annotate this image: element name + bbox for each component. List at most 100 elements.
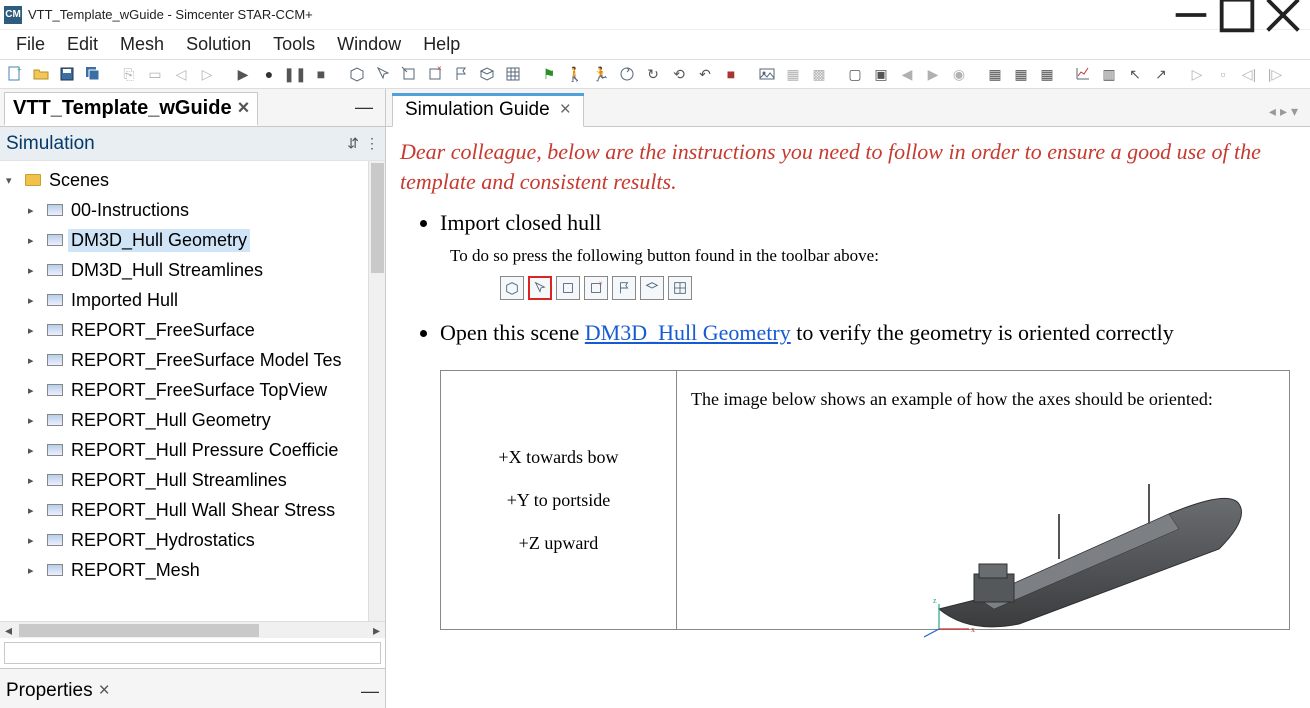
box2-icon[interactable]: ▣ — [870, 63, 892, 85]
crop-icon[interactable] — [398, 63, 420, 85]
tree-label: REPORT_Mesh — [68, 559, 203, 582]
tree-node[interactable]: ▸Imported Hull — [0, 285, 385, 315]
save-all-icon[interactable] — [82, 63, 104, 85]
close-icon[interactable]: × — [560, 99, 571, 121]
cube-icon[interactable] — [346, 63, 368, 85]
flag-icon[interactable] — [450, 63, 472, 85]
undo-icon[interactable]: ◁ — [170, 63, 192, 85]
tree-expand-icon[interactable]: ⇵ — [347, 135, 359, 152]
tab-simulation-guide[interactable]: Simulation Guide × — [392, 93, 584, 127]
minimize-button[interactable] — [1168, 0, 1214, 30]
menu-solution[interactable]: Solution — [176, 31, 261, 58]
globe-icon[interactable]: ◉ — [948, 63, 970, 85]
tree-node[interactable]: ▸REPORT_FreeSurface Model Tes — [0, 345, 385, 375]
collapse-arrow-icon[interactable]: ▾ — [6, 174, 20, 187]
tab-next-icon[interactable]: ▸ — [1280, 103, 1287, 120]
save-icon[interactable] — [56, 63, 78, 85]
back-arrow-icon[interactable]: ↶ — [694, 63, 716, 85]
stop-icon[interactable]: ■ — [310, 63, 332, 85]
menu-window[interactable]: Window — [327, 31, 411, 58]
scene-icon — [47, 204, 63, 216]
right-panel: Simulation Guide × ◂ ▸ ▾ Dear colleague,… — [386, 89, 1310, 708]
scroll-left-icon[interactable]: ◂ — [0, 622, 17, 639]
plot-icon[interactable] — [1072, 63, 1094, 85]
menu-file[interactable]: File — [6, 31, 55, 58]
tree-label: Imported Hull — [68, 289, 181, 312]
small-play-icon[interactable]: ▷ — [1186, 63, 1208, 85]
copy-icon[interactable]: ⎘ — [118, 63, 140, 85]
cycle-icon[interactable] — [616, 63, 638, 85]
record-icon[interactable]: ● — [258, 63, 280, 85]
nav-back-icon[interactable]: ◀ — [896, 63, 918, 85]
grid3-icon[interactable]: ▦ — [1036, 63, 1058, 85]
chart-icon[interactable]: ▥ — [1098, 63, 1120, 85]
grid-icon[interactable] — [502, 63, 524, 85]
open-icon[interactable] — [30, 63, 52, 85]
stop2-icon[interactable]: ■ — [720, 63, 742, 85]
image2-icon[interactable]: ▦ — [782, 63, 804, 85]
menu-edit[interactable]: Edit — [57, 31, 108, 58]
box-icon[interactable]: ▢ — [844, 63, 866, 85]
collapse-button[interactable]: — — [347, 97, 381, 118]
axis-x-label: +X towards bow — [498, 447, 618, 468]
collapse-button[interactable]: — — [361, 681, 379, 702]
close-button[interactable] — [1260, 0, 1306, 30]
select-icon[interactable] — [372, 63, 394, 85]
tree-node[interactable]: ▸REPORT_Hull Wall Shear Stress — [0, 495, 385, 525]
tree-node[interactable]: ▸REPORT_FreeSurface TopView — [0, 375, 385, 405]
new-icon[interactable]: + — [4, 63, 26, 85]
tree-node[interactable]: ▸REPORT_Hydrostatics — [0, 525, 385, 555]
maximize-button[interactable] — [1214, 0, 1260, 30]
small-back-icon[interactable]: ◁| — [1238, 63, 1260, 85]
small-stop-icon[interactable]: ▫ — [1212, 63, 1234, 85]
small-fwd-icon[interactable]: |▷ — [1264, 63, 1286, 85]
simulation-tree[interactable]: ▾ Scenes ▸00-Instructions ▸DM3D_Hull Geo… — [0, 161, 385, 621]
tree-node[interactable]: ▸REPORT_FreeSurface — [0, 315, 385, 345]
menu-help[interactable]: Help — [413, 31, 470, 58]
refresh-icon[interactable]: ↻ — [642, 63, 664, 85]
tab-prev-icon[interactable]: ◂ — [1269, 103, 1276, 120]
tree-node[interactable]: ▸REPORT_Hull Pressure Coefficie — [0, 435, 385, 465]
close-icon[interactable]: × — [99, 680, 110, 702]
box3d-icon[interactable] — [476, 63, 498, 85]
window-title: VTT_Template_wGuide - Simcenter STAR-CCM… — [28, 7, 313, 22]
grid1-icon[interactable]: ▦ — [984, 63, 1006, 85]
tree-label: REPORT_Hull Streamlines — [68, 469, 290, 492]
pointer2-icon[interactable]: ↗ — [1150, 63, 1172, 85]
close-icon[interactable]: × — [238, 97, 250, 119]
menu-tools[interactable]: Tools — [263, 31, 325, 58]
walk-icon[interactable]: 🚶 — [564, 63, 586, 85]
vertical-scrollbar[interactable] — [368, 161, 385, 621]
tree-label: DM3D_Hull Geometry — [68, 229, 250, 252]
image-icon[interactable] — [756, 63, 778, 85]
tab-menu-icon[interactable]: ▾ — [1291, 103, 1298, 120]
tree-node[interactable]: ▸REPORT_Mesh — [0, 555, 385, 585]
start-flag-icon[interactable]: ⚑ — [538, 63, 560, 85]
tree-node-scenes[interactable]: ▾ Scenes — [0, 165, 385, 195]
tree-label: REPORT_Hull Wall Shear Stress — [68, 499, 338, 522]
run-person-icon[interactable]: 🏃 — [590, 63, 612, 85]
tree-node[interactable]: ▸DM3D_Hull Streamlines — [0, 255, 385, 285]
menu-mesh[interactable]: Mesh — [110, 31, 174, 58]
tree-options-icon[interactable]: ⋮ — [365, 135, 379, 152]
tree-node[interactable]: ▸REPORT_Hull Streamlines — [0, 465, 385, 495]
nav-fwd-icon[interactable]: ▶ — [922, 63, 944, 85]
horizontal-scrollbar[interactable]: ◂ ▸ — [0, 621, 385, 638]
left-tab[interactable]: VTT_Template_wGuide× — [4, 92, 258, 126]
redo-icon[interactable]: ▷ — [196, 63, 218, 85]
delete-geom-icon[interactable]: × — [424, 63, 446, 85]
mesh2-icon[interactable]: ▩ — [808, 63, 830, 85]
filter-input[interactable] — [4, 642, 381, 664]
run-icon[interactable]: ▶ — [232, 63, 254, 85]
grid2-icon[interactable]: ▦ — [1010, 63, 1032, 85]
pause-icon[interactable]: ❚❚ — [284, 63, 306, 85]
tree-node[interactable]: ▸DM3D_Hull Geometry — [0, 225, 385, 255]
tree-node[interactable]: ▸REPORT_Hull Geometry — [0, 405, 385, 435]
paste-icon[interactable]: ▭ — [144, 63, 166, 85]
tree-node[interactable]: ▸00-Instructions — [0, 195, 385, 225]
guide-link-dm3d[interactable]: DM3D_Hull Geometry — [585, 320, 791, 345]
pointer-icon[interactable]: ↖ — [1124, 63, 1146, 85]
loop-icon[interactable]: ⟲ — [668, 63, 690, 85]
scroll-right-icon[interactable]: ▸ — [368, 622, 385, 639]
guide-intro: Dear colleague, below are the instructio… — [400, 137, 1290, 196]
